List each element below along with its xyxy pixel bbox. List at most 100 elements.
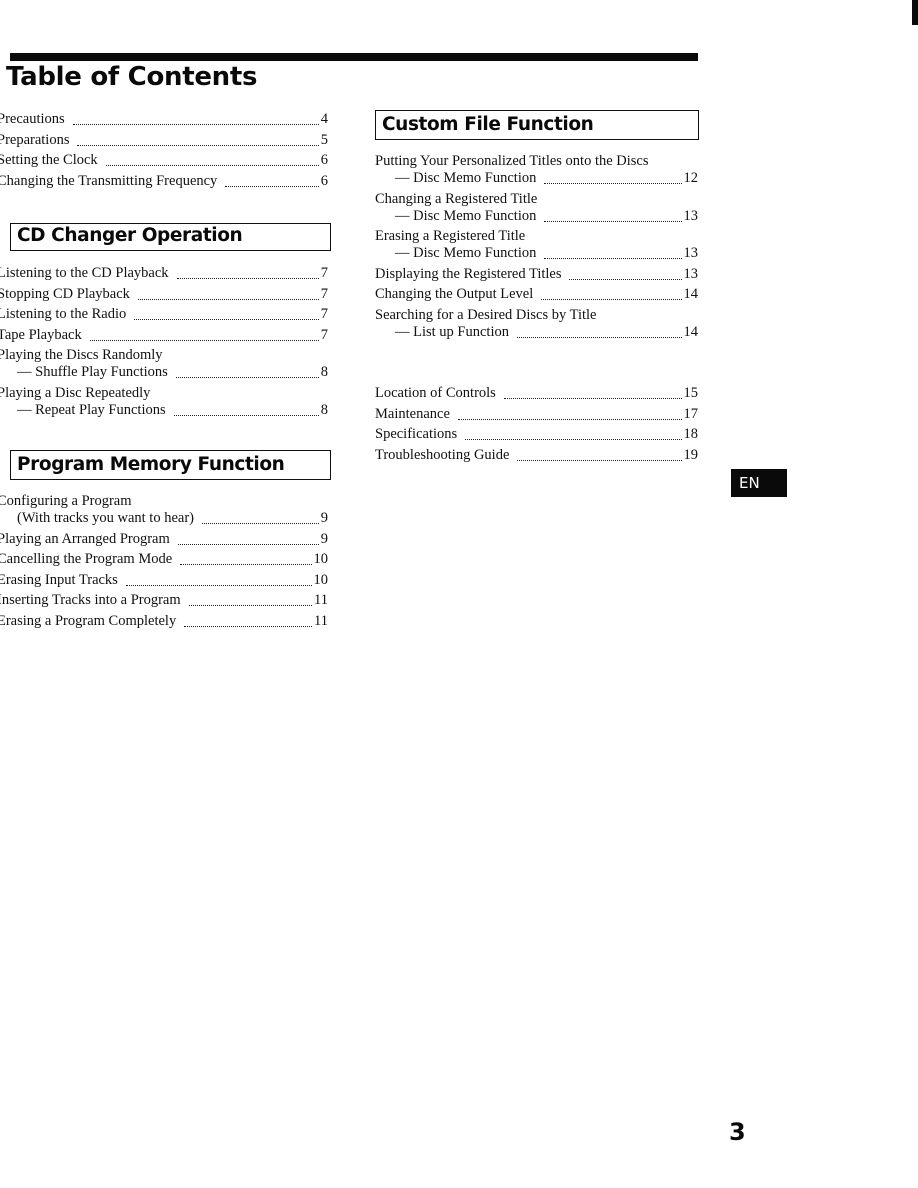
dot-leader xyxy=(544,258,682,260)
dot-leader xyxy=(175,377,319,379)
toc-entry-page: 13 xyxy=(683,265,699,282)
toc-entry: Stopping CD Playback 7 xyxy=(0,286,328,303)
dot-leader xyxy=(201,523,319,524)
toc-entry-title: Setting the Clock xyxy=(0,152,98,169)
toc-entry-page: 5 xyxy=(320,131,328,148)
toc-entry-page: 7 xyxy=(320,285,328,302)
toc-entry-page: 13 xyxy=(683,207,699,224)
toc-list: Listening to the CD Playback 7 Stopping CD… xyxy=(0,265,328,419)
toc-entry: Preparations 5 xyxy=(0,132,328,149)
dot-leader xyxy=(72,124,319,125)
dot-leader xyxy=(177,543,319,545)
toc-entry-title: Playing a Disc Repeatedly xyxy=(0,384,151,401)
dot-leader xyxy=(125,584,312,586)
dot-leader xyxy=(465,439,682,441)
toc-entry-line: Playing the Discs Randomly xyxy=(0,347,328,364)
toc-entry-title: Putting Your Personalized Titles onto th… xyxy=(375,153,649,169)
toc-entry-page: 13 xyxy=(683,245,699,262)
toc-list: Precautions 4 Preparations 5 Setting the Clo… xyxy=(0,111,328,190)
toc-entry-line: Precautions 4 xyxy=(0,111,328,128)
toc-entry: Inserting Tracks into a Program 11 xyxy=(0,592,328,609)
section-heading-program-memory: Program Memory Function xyxy=(17,454,285,475)
toc-entry-title: Location of Controls xyxy=(375,385,496,401)
dot-leader xyxy=(503,398,682,399)
toc-entry-title: Erasing a Registered Title xyxy=(375,228,526,245)
toc-entry: Troubleshooting Guide 19 xyxy=(375,447,698,464)
toc-entry-page: 9 xyxy=(320,510,328,526)
toc-entry-subline: — List up Function 14 xyxy=(375,324,698,341)
toc-entry: Putting Your Personalized Titles onto th… xyxy=(375,153,698,187)
toc-entry: Maintenance 17 xyxy=(375,406,698,423)
toc-list: Configuring a Program (With tracks you wa… xyxy=(0,493,328,630)
toc-entry-line: Changing a Registered Title xyxy=(375,191,698,208)
dot-leader xyxy=(134,319,319,321)
toc-entry-line: Playing a Disc Repeatedly xyxy=(0,385,328,402)
toc-entry-subtitle: — Shuffle Play Functions xyxy=(17,364,168,381)
toc-entry-line: Changing the Output Level 14 xyxy=(375,286,698,303)
toc-entry-subtitle: — Disc Memo Function xyxy=(395,170,537,186)
toc-entry-title: Listening to the Radio xyxy=(0,306,127,323)
toc-entry-title: Searching for a Desired Discs by Title xyxy=(375,306,597,323)
toc-entry-title: Inserting Tracks into a Program xyxy=(0,592,181,609)
toc-entry-line: Displaying the Registered Titles 13 xyxy=(375,266,698,283)
toc-entry: Configuring a Program (With tracks you wa… xyxy=(0,493,328,527)
section-heading-cd-changer: CD Changer Operation xyxy=(17,225,243,246)
toc-entry-subtitle: — Disc Memo Function xyxy=(395,207,537,224)
section-heading-box-custom-file: Custom File Function xyxy=(375,110,699,140)
toc-entry-title: Playing the Discs Randomly xyxy=(0,347,163,364)
toc-entry-page: 9 xyxy=(320,530,328,547)
toc-entry-subtitle: — List up Function xyxy=(395,323,509,340)
toc-entry-title: Changing the Output Level xyxy=(375,286,534,303)
toc-entry-title: Troubleshooting Guide xyxy=(375,446,510,463)
dot-leader xyxy=(89,339,319,341)
toc-entry-title: Displaying the Registered Titles xyxy=(375,265,562,282)
toc-entry-line: Listening to the CD Playback 7 xyxy=(0,265,328,282)
toc-entry-page: 11 xyxy=(314,612,328,629)
toc-entry-title: Tape Playback xyxy=(0,326,82,343)
edge-mark xyxy=(912,0,918,25)
toc-entry-title: Erasing Input Tracks xyxy=(0,571,118,588)
toc-entry-title: Playing an Arranged Program xyxy=(0,530,170,547)
toc-entry-page: 7 xyxy=(320,265,328,281)
toc-entry-page: 10 xyxy=(313,551,329,568)
toc-section-program-memory: Configuring a Program (With tracks you wa… xyxy=(0,493,328,634)
toc-entry-subline: — Shuffle Play Functions 8 xyxy=(0,364,328,381)
toc-entry-page: 14 xyxy=(683,286,699,303)
toc-entry: Erasing Input Tracks 10 xyxy=(0,572,328,589)
toc-list: Location of Controls 15 Maintenance 17 Speci… xyxy=(375,385,698,464)
toc-entry-line: Cancelling the Program Mode 10 xyxy=(0,551,328,568)
toc-entry: Listening to the CD Playback 7 xyxy=(0,265,328,282)
toc-entry-page: 6 xyxy=(320,152,328,169)
toc-entry: Searching for a Desired Discs by Title — … xyxy=(375,307,698,341)
toc-entry-page: 7 xyxy=(320,306,328,323)
toc-entry-line: Setting the Clock 6 xyxy=(0,152,328,169)
toc-entry-title: Configuring a Program xyxy=(0,493,132,509)
dot-leader xyxy=(137,298,319,300)
toc-entry: Location of Controls 15 xyxy=(375,385,698,402)
toc-entry-title: Preparations xyxy=(0,131,70,148)
dot-leader xyxy=(544,183,682,184)
toc-entry-line: Listening to the Radio 7 xyxy=(0,306,328,323)
toc-entry: Playing a Disc Repeatedly — Repeat Play F… xyxy=(0,385,328,419)
dot-leader xyxy=(517,459,682,461)
toc-entry: Changing the Output Level 14 xyxy=(375,286,698,303)
toc-entry-page: 7 xyxy=(320,326,328,343)
dot-leader xyxy=(569,278,682,280)
toc-entry-subline: — Disc Memo Function 13 xyxy=(375,245,698,262)
toc-entry-title: Listening to the CD Playback xyxy=(0,265,169,281)
toc-entry-page: 11 xyxy=(314,592,328,609)
dot-leader xyxy=(517,336,682,338)
toc-entry-line: Putting Your Personalized Titles onto th… xyxy=(375,153,698,170)
toc-entry-subtitle: (With tracks you want to hear) xyxy=(17,510,194,526)
toc-entry-title: Maintenance xyxy=(375,405,450,422)
toc-entry-title: Precautions xyxy=(0,111,65,127)
toc-entry-line: Inserting Tracks into a Program 11 xyxy=(0,592,328,609)
toc-entry-page: 14 xyxy=(683,323,699,340)
toc-entry-subline: — Disc Memo Function 12 xyxy=(375,170,698,187)
toc-entry-title: Specifications xyxy=(375,426,458,443)
section-heading-box-cd-changer: CD Changer Operation xyxy=(10,223,331,251)
page-title: Table of Contents xyxy=(6,62,258,92)
toc-entry-line: Searching for a Desired Discs by Title xyxy=(375,307,698,324)
toc-entry-title: Changing the Transmitting Frequency xyxy=(0,172,218,189)
page-number: 3 xyxy=(729,1118,746,1146)
